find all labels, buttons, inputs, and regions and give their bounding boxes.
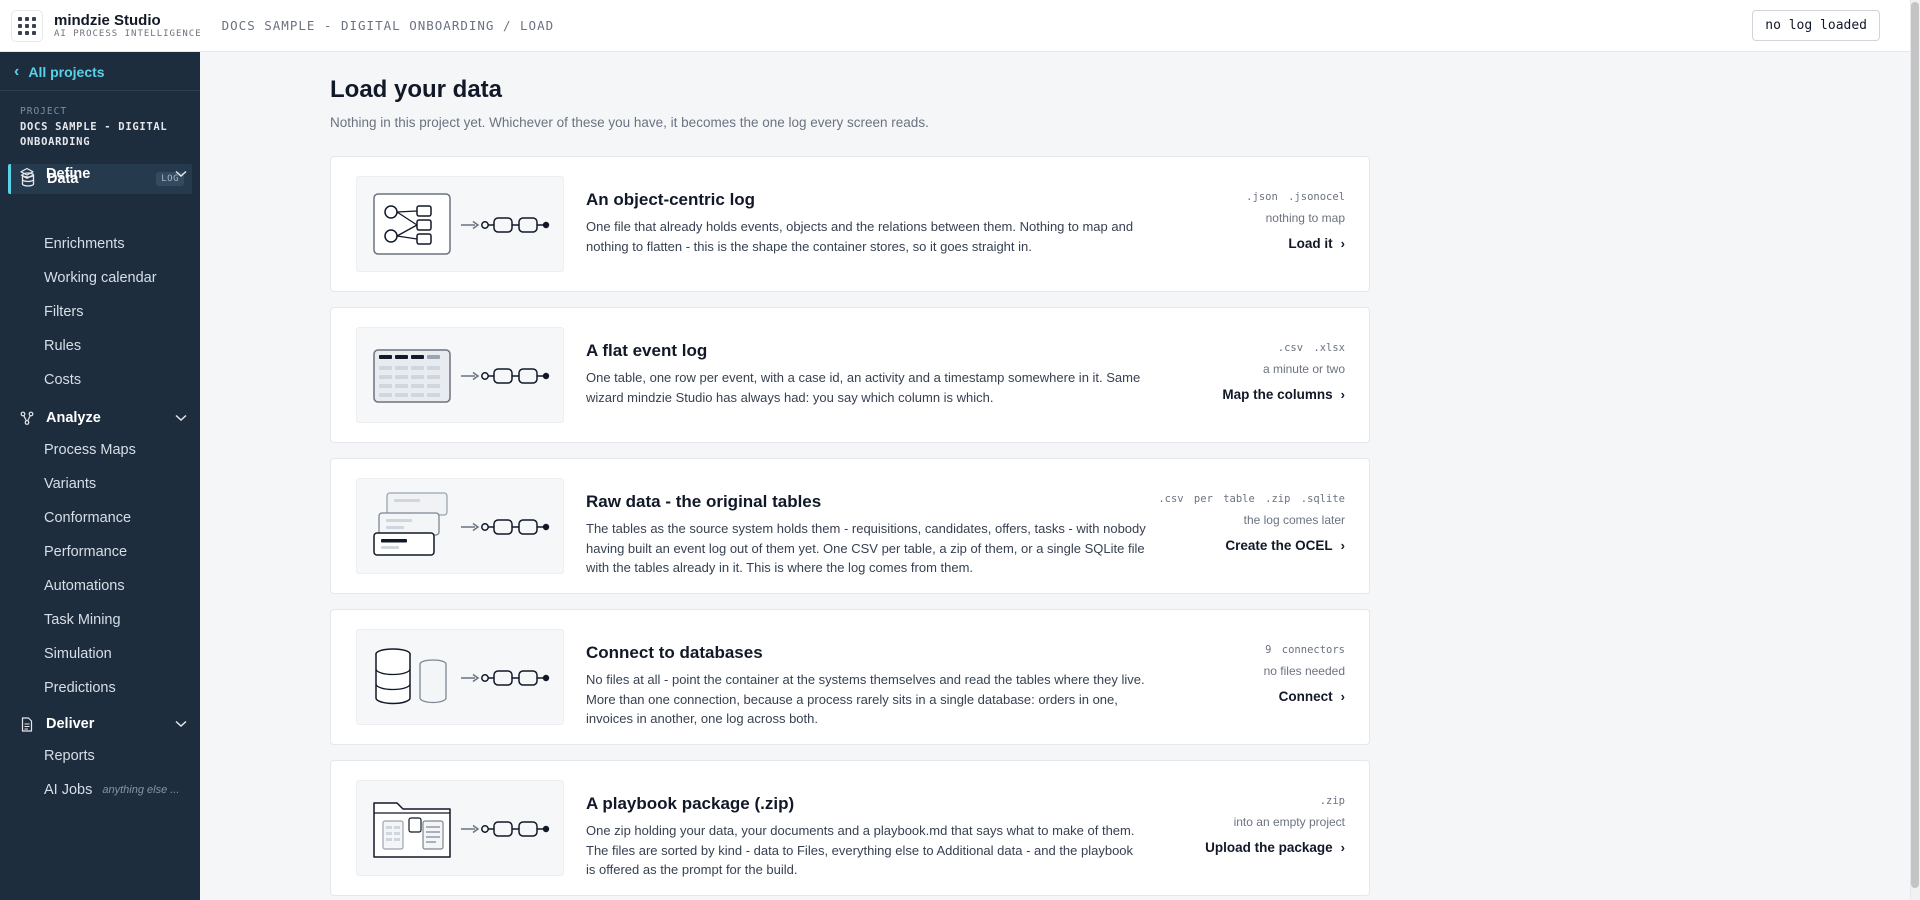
upload-the-package-button[interactable]: Upload the package › (1205, 840, 1345, 855)
top-bar: mindzie Studio AI PROCESS INTELLIGENCE D… (0, 0, 1910, 52)
chevron-down-icon (175, 170, 187, 178)
section-define-label: Define (46, 166, 91, 182)
sidebar: ‹ All projects PROJECT DOCS SAMPLE - DIG… (0, 52, 200, 900)
card-action-label: Connect (1278, 689, 1333, 704)
project-name: DOCS SAMPLE - DIGITAL ONBOARDING (20, 121, 168, 148)
chevron-down-icon (175, 720, 187, 728)
sidebar-item-variants[interactable]: Variants (44, 472, 96, 496)
sidebar-item-rules[interactable]: Rules (44, 334, 81, 358)
folder-icon (373, 802, 550, 858)
source-card-flat-event-log[interactable]: A flat event log One table, one row per … (330, 307, 1370, 443)
card-note: into an empty project (1233, 815, 1345, 829)
grid-icon (18, 16, 36, 35)
all-projects-link[interactable]: ‹ All projects (14, 61, 105, 83)
chevron-left-icon: ‹ (14, 63, 20, 80)
all-projects-label: All projects (28, 64, 105, 80)
project-kicker: PROJECT (20, 106, 68, 117)
chevron-right-icon: › (1340, 538, 1345, 553)
page-subtitle: Nothing in this project yet. Whichever o… (330, 115, 929, 130)
chevron-down-icon (175, 414, 187, 422)
card-description: One table, one row per event, with a cas… (586, 370, 1141, 405)
connect-button[interactable]: Connect › (1279, 689, 1345, 704)
object-centric-illustration (356, 176, 564, 272)
card-file-types: .json .jsonocel (1246, 191, 1345, 203)
card-action-label: Map the columns (1222, 387, 1333, 402)
card-note: a minute or two (1262, 362, 1345, 376)
app-tagline: AI PROCESS INTELLIGENCE (54, 28, 202, 39)
section-deliver-label: Deliver (46, 716, 95, 732)
card-description: One file that already holds events, obje… (586, 219, 1134, 254)
card-note: the log comes later (1243, 513, 1345, 527)
sidebar-item-costs[interactable]: Costs (44, 368, 81, 392)
card-file-types: 9 connectors (1265, 644, 1345, 656)
sidebar-item-task-mining[interactable]: Task Mining (44, 608, 121, 632)
card-title: A playbook package (.zip) (586, 794, 795, 813)
source-card-raw-data[interactable]: Raw data - the original tables The table… (330, 458, 1370, 594)
breadcrumb: DOCS SAMPLE - DIGITAL ONBOARDING / LOAD (221, 18, 555, 33)
card-title: Raw data - the original tables (586, 492, 822, 511)
sidebar-item-conformance[interactable]: Conformance (44, 506, 131, 530)
card-note: nothing to map (1265, 211, 1345, 225)
databases-illustration (356, 629, 564, 725)
card-action-label: Upload the package (1205, 840, 1333, 855)
sidebar-item-process-maps[interactable]: Process Maps (44, 438, 136, 462)
card-file-types: .csv .xlsx (1277, 342, 1345, 354)
sidebar-item-performance[interactable]: Performance (44, 540, 127, 564)
sidebar-item-predictions[interactable]: Predictions (44, 676, 116, 700)
source-card-object-centric[interactable]: An object-centric log One file that alre… (330, 156, 1370, 292)
layers-icon (20, 167, 34, 179)
chevron-right-icon: › (1340, 689, 1345, 704)
card-title: A flat event log (586, 341, 708, 360)
branch-icon (20, 411, 34, 425)
chevron-right-icon: › (1340, 387, 1345, 402)
card-description: One zip holding your data, your document… (586, 823, 1135, 877)
sidebar-divider (0, 90, 200, 91)
source-card-databases[interactable]: Connect to databases No files at all - p… (330, 609, 1370, 745)
card-action-label: Load it (1288, 236, 1333, 251)
section-analyze-label: Analyze (46, 410, 101, 426)
sidebar-section-deliver[interactable]: Deliver (20, 711, 192, 737)
ai-jobs-hint: anything else ... (102, 784, 180, 796)
load-it-button[interactable]: Load it › (1288, 236, 1345, 251)
main-content: Load your data Nothing in this project y… (200, 52, 1910, 900)
apps-menu-button[interactable] (11, 9, 43, 42)
map-the-columns-button[interactable]: Map the columns › (1222, 387, 1345, 402)
object-centric-icon (373, 193, 550, 255)
sidebar-section-define[interactable]: Define (20, 161, 192, 187)
sidebar-item-automations[interactable]: Automations (44, 574, 125, 598)
playbook-illustration (356, 780, 564, 876)
app-name: mindzie Studio (54, 11, 161, 29)
document-icon (21, 716, 33, 732)
sidebar-item-enrichments[interactable]: Enrichments (44, 232, 125, 256)
ai-jobs-label: AI Jobs (44, 782, 93, 798)
chevron-right-icon: › (1340, 236, 1345, 251)
sidebar-item-filters[interactable]: Filters (44, 300, 83, 324)
sidebar-section-analyze[interactable]: Analyze (20, 405, 192, 431)
create-the-ocel-button[interactable]: Create the OCEL › (1225, 538, 1345, 553)
page-scrollbar[interactable] (1910, 0, 1920, 900)
page-title: Load your data (330, 76, 503, 103)
card-description: No files at all - point the container at… (586, 672, 1145, 726)
sidebar-item-reports[interactable]: Reports (44, 744, 95, 768)
card-title: Connect to databases (586, 643, 763, 662)
database-icon (375, 648, 550, 705)
chevron-right-icon: › (1340, 840, 1345, 855)
stacked-tables-icon (373, 492, 550, 556)
card-description: The tables as the source system holds th… (586, 521, 1146, 575)
card-title: An object-centric log (586, 190, 756, 209)
card-file-types: .csv per table .zip .sqlite (1158, 493, 1345, 505)
card-action-label: Create the OCEL (1225, 538, 1333, 553)
table-icon (373, 349, 550, 403)
sidebar-item-ai-jobs[interactable]: AI Jobs anything else ... (44, 778, 179, 802)
card-file-types: .zip (1319, 795, 1345, 807)
scrollbar-thumb[interactable] (1911, 2, 1919, 888)
flat-log-illustration (356, 327, 564, 423)
raw-data-illustration (356, 478, 564, 574)
card-note: no files needed (1263, 664, 1345, 678)
log-status-button[interactable]: no log loaded (1752, 10, 1880, 41)
sidebar-item-simulation[interactable]: Simulation (44, 642, 112, 666)
source-card-playbook-package[interactable]: A playbook package (.zip) One zip holdin… (330, 760, 1370, 896)
brand[interactable]: mindzie Studio AI PROCESS INTELLIGENCE (54, 12, 202, 40)
sidebar-item-working-calendar[interactable]: Working calendar (44, 266, 157, 290)
